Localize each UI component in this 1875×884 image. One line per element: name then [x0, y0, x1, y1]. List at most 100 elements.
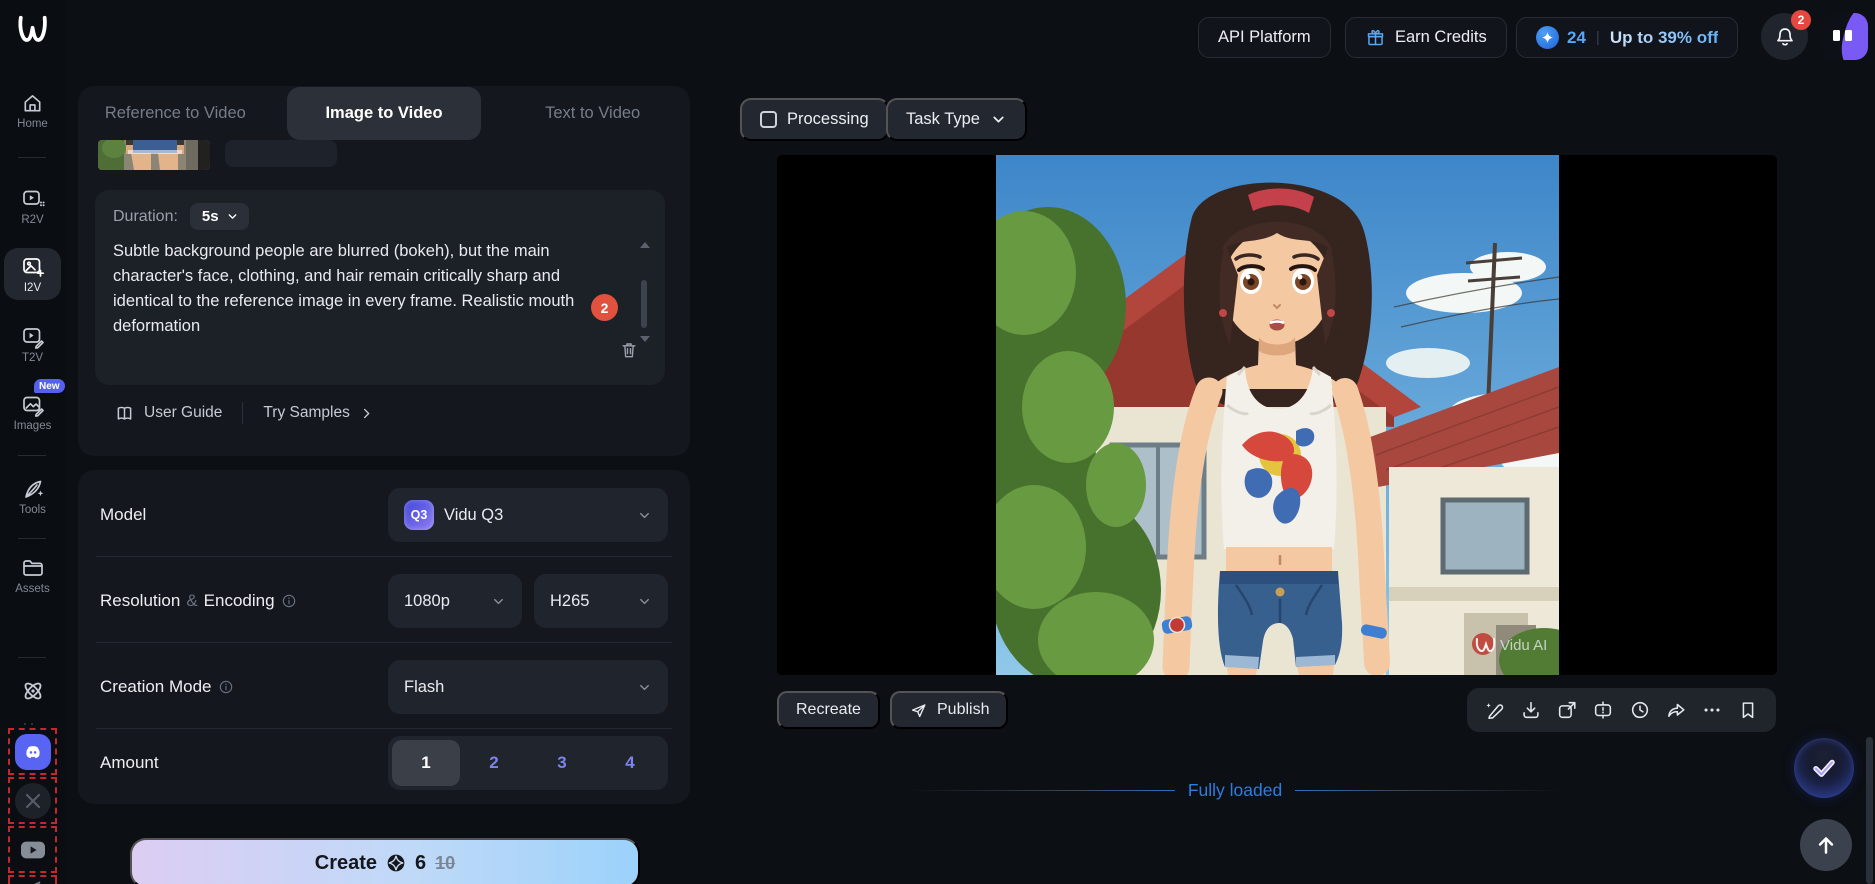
resolution-encoding-label: Resolution & Encoding [100, 591, 297, 611]
create-original-cost: 10 [435, 852, 456, 873]
agent-label-truncated [24, 712, 42, 743]
sidebar-item-r2v[interactable]: R2V [4, 180, 61, 232]
discord-link[interactable] [8, 728, 57, 775]
sidebar-label: R2V [21, 214, 44, 226]
api-platform-button[interactable]: API Platform [1198, 17, 1331, 58]
upscale-icon[interactable] [1556, 699, 1578, 721]
help-links: User Guide Try Samples [114, 402, 374, 424]
notification-badge: 2 [1791, 10, 1811, 30]
svg-text:Vidu AI: Vidu AI [1500, 637, 1547, 654]
bell-icon [1776, 27, 1793, 46]
earn-credits-label: Earn Credits [1395, 28, 1487, 46]
chevron-down-icon [993, 116, 1004, 123]
fully-loaded-indicator: Fully loaded [905, 780, 1565, 801]
info-icon[interactable] [281, 593, 297, 609]
duration-select[interactable]: 5s [189, 203, 249, 230]
generated-video[interactable]: Vidu AI [777, 155, 1777, 675]
credit-diamond-icon [1536, 26, 1559, 49]
more-icon[interactable] [1701, 699, 1723, 721]
processing-filter-button[interactable]: Processing [740, 98, 889, 141]
sidebar-item-tools[interactable]: Tools [4, 470, 61, 522]
uploaded-image-thumbnail[interactable] [98, 140, 210, 170]
x-link[interactable] [8, 777, 57, 824]
sidebar-label: T2V [21, 352, 44, 364]
credits-separator: | [1595, 29, 1600, 46]
scroll-down-icon[interactable] [640, 336, 650, 342]
create-cost: 6 [415, 851, 427, 874]
sidebar-item-i2v[interactable]: I2V [4, 248, 61, 300]
notifications-button[interactable]: 2 [1761, 10, 1811, 60]
youtube-icon [18, 838, 48, 862]
recreate-button[interactable]: Recreate [777, 691, 880, 729]
amount-selector: 1 2 3 4 [388, 736, 668, 790]
new-badge: New [34, 379, 65, 393]
social-link-partial[interactable] [8, 875, 57, 884]
scroll-up-icon[interactable] [640, 242, 650, 248]
discord-icon [14, 733, 51, 770]
prompt-input[interactable]: Subtle background people are blurred (bo… [113, 239, 575, 339]
model-q3-icon: Q3 [404, 500, 434, 530]
sidebar-divider [18, 538, 46, 539]
anime-girl-frame: Vidu AI [995, 155, 1559, 675]
page-scrollbar[interactable] [1866, 737, 1873, 884]
divider [96, 556, 672, 557]
sidebar-item-images[interactable]: New Images [4, 379, 65, 438]
sidebar-divider [18, 657, 46, 658]
encoding-select[interactable]: H265 [534, 574, 668, 628]
extend-icon[interactable] [1592, 699, 1614, 721]
scroll-to-top-button[interactable] [1800, 819, 1852, 871]
tab-image-to-video[interactable]: Image to Video [286, 87, 482, 140]
create-button[interactable]: Create 6 10 [130, 838, 640, 884]
creation-mode-select[interactable]: Flash [388, 660, 668, 714]
arrow-up-icon [1818, 837, 1834, 854]
credit-diamond-icon [387, 854, 405, 872]
processing-icon [760, 111, 777, 128]
prompt-scrollbar[interactable] [639, 242, 650, 342]
sidebar-item-agent[interactable] [4, 672, 61, 706]
edit-sparkle-icon[interactable] [1484, 699, 1506, 721]
avatar[interactable] [1821, 13, 1868, 60]
chevron-down-icon [494, 598, 503, 604]
generation-panel: Reference to Video Image to Video Text t… [78, 86, 690, 456]
sidebar-item-home[interactable]: Home [4, 85, 61, 136]
bookmark-icon[interactable] [1737, 699, 1759, 721]
share-icon[interactable] [1665, 699, 1687, 721]
user-guide-link[interactable]: User Guide [114, 403, 222, 424]
sidebar-item-t2v[interactable]: T2V [4, 318, 61, 370]
info-icon[interactable] [218, 679, 234, 695]
amount-option-1[interactable]: 1 [392, 740, 460, 786]
vidu-logo-icon[interactable] [13, 10, 53, 50]
x-icon [14, 782, 51, 819]
gift-icon [1367, 29, 1384, 46]
youtube-link[interactable] [8, 826, 57, 873]
earn-credits-button[interactable]: Earn Credits [1345, 17, 1507, 58]
publish-button[interactable]: Publish [890, 691, 1009, 729]
delete-prompt-button[interactable] [619, 340, 639, 360]
confirm-fab-button[interactable] [1794, 738, 1854, 798]
divider [96, 728, 672, 729]
sidebar-item-assets[interactable]: Assets [4, 549, 61, 601]
history-icon[interactable] [1629, 699, 1651, 721]
download-icon[interactable] [1520, 699, 1542, 721]
credits-promo-button[interactable]: 24 | Up to 39% off [1516, 17, 1739, 58]
video-actions-toolbar [1467, 688, 1776, 732]
resolution-select[interactable]: 1080p [388, 574, 522, 628]
divider [96, 642, 672, 643]
chevron-down-icon [640, 512, 649, 518]
amount-option-3[interactable]: 3 [528, 740, 596, 786]
settings-panel: Model Q3 Vidu Q3 Resolution & Encoding 1… [78, 470, 690, 804]
prompt-count-badge: 2 [591, 294, 618, 321]
sidebar-label: Assets [15, 583, 50, 595]
prompt-card: Duration: 5s Subtle background people ar… [95, 190, 665, 385]
credits-count: 24 [1567, 27, 1586, 47]
tab-reference-to-video[interactable]: Reference to Video [78, 86, 273, 140]
amount-option-4[interactable]: 4 [596, 740, 664, 786]
chevron-right-icon [363, 408, 370, 418]
end-frame-slot[interactable] [225, 140, 337, 167]
sidebar-label: Tools [19, 504, 46, 516]
model-select[interactable]: Q3 Vidu Q3 [388, 488, 668, 542]
tab-text-to-video[interactable]: Text to Video [495, 86, 690, 140]
task-type-dropdown[interactable]: Task Type [886, 98, 1027, 141]
amount-option-2[interactable]: 2 [460, 740, 528, 786]
try-samples-link[interactable]: Try Samples [263, 404, 373, 422]
